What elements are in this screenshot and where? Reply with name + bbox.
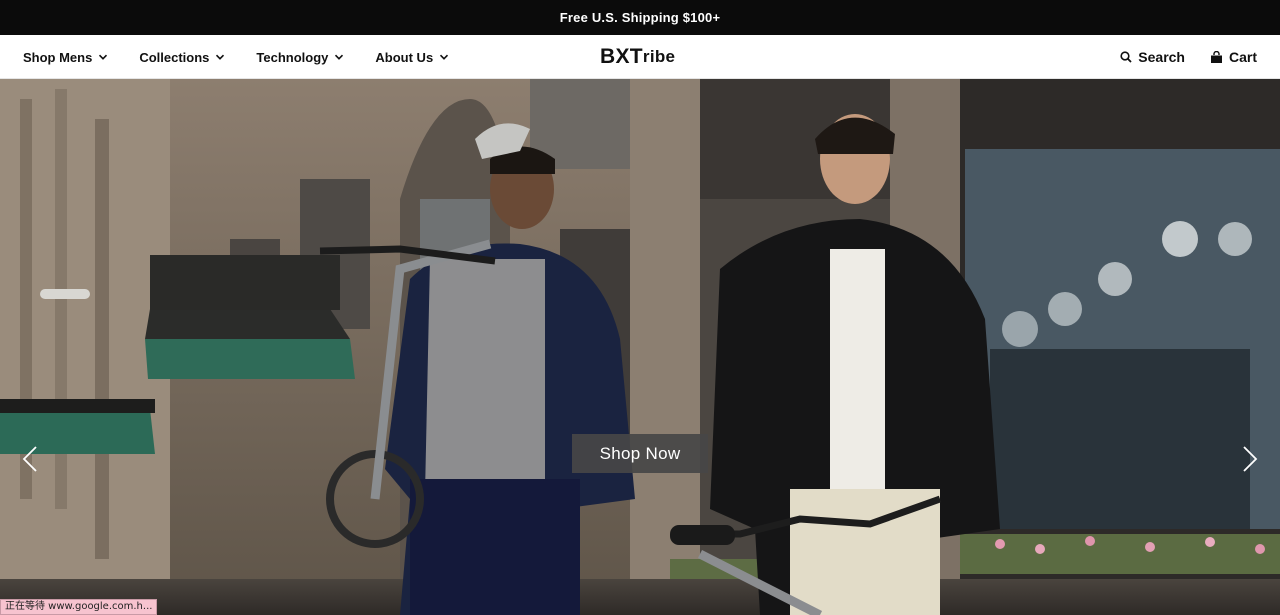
search-label: Search [1138, 49, 1185, 65]
nav-label: Technology [256, 49, 329, 65]
search-icon [1120, 51, 1132, 63]
nav-shop-mens[interactable]: Shop Mens [23, 35, 108, 79]
nav-label: Collections [139, 49, 210, 65]
nav-label: Shop Mens [23, 49, 93, 65]
logo-part-1: BXT [600, 45, 643, 68]
chevron-down-icon [439, 52, 449, 62]
main-nav: Shop Mens Collections Technology About U… [23, 35, 480, 79]
announcement-bar: Free U.S. Shipping $100+ [0, 0, 1280, 35]
logo-part-2: ribe [642, 47, 676, 66]
bag-icon [1210, 50, 1222, 63]
nav-about-us[interactable]: About Us [375, 35, 449, 79]
chevron-down-icon [215, 52, 225, 62]
utility-nav: Search Cart [1095, 35, 1257, 79]
chevron-down-icon [334, 52, 344, 62]
nav-label: About Us [375, 49, 434, 65]
carousel-prev-button[interactable] [18, 443, 42, 475]
hero-image [0, 79, 1280, 615]
nav-technology[interactable]: Technology [256, 35, 344, 79]
chevron-down-icon [98, 52, 108, 62]
status-text: 正在等待 www.google.com.h... [5, 601, 153, 612]
carousel-next-button[interactable] [1238, 443, 1262, 475]
browser-status-bar: 正在等待 www.google.com.h... [0, 599, 158, 615]
site-header: Shop Mens Collections Technology About U… [0, 35, 1280, 79]
shop-now-button[interactable]: Shop Now [572, 434, 708, 473]
cart-button[interactable]: Cart [1210, 49, 1257, 65]
site-logo[interactable]: BXT ribe [600, 35, 675, 79]
nav-collections[interactable]: Collections [139, 35, 225, 79]
search-button[interactable]: Search [1120, 49, 1185, 65]
chevron-right-icon [1243, 446, 1258, 472]
cart-label: Cart [1228, 49, 1257, 65]
announcement-text: Free U.S. Shipping $100+ [559, 10, 721, 25]
hero-banner: Shop Now [0, 79, 1280, 615]
chevron-left-icon [22, 446, 37, 472]
